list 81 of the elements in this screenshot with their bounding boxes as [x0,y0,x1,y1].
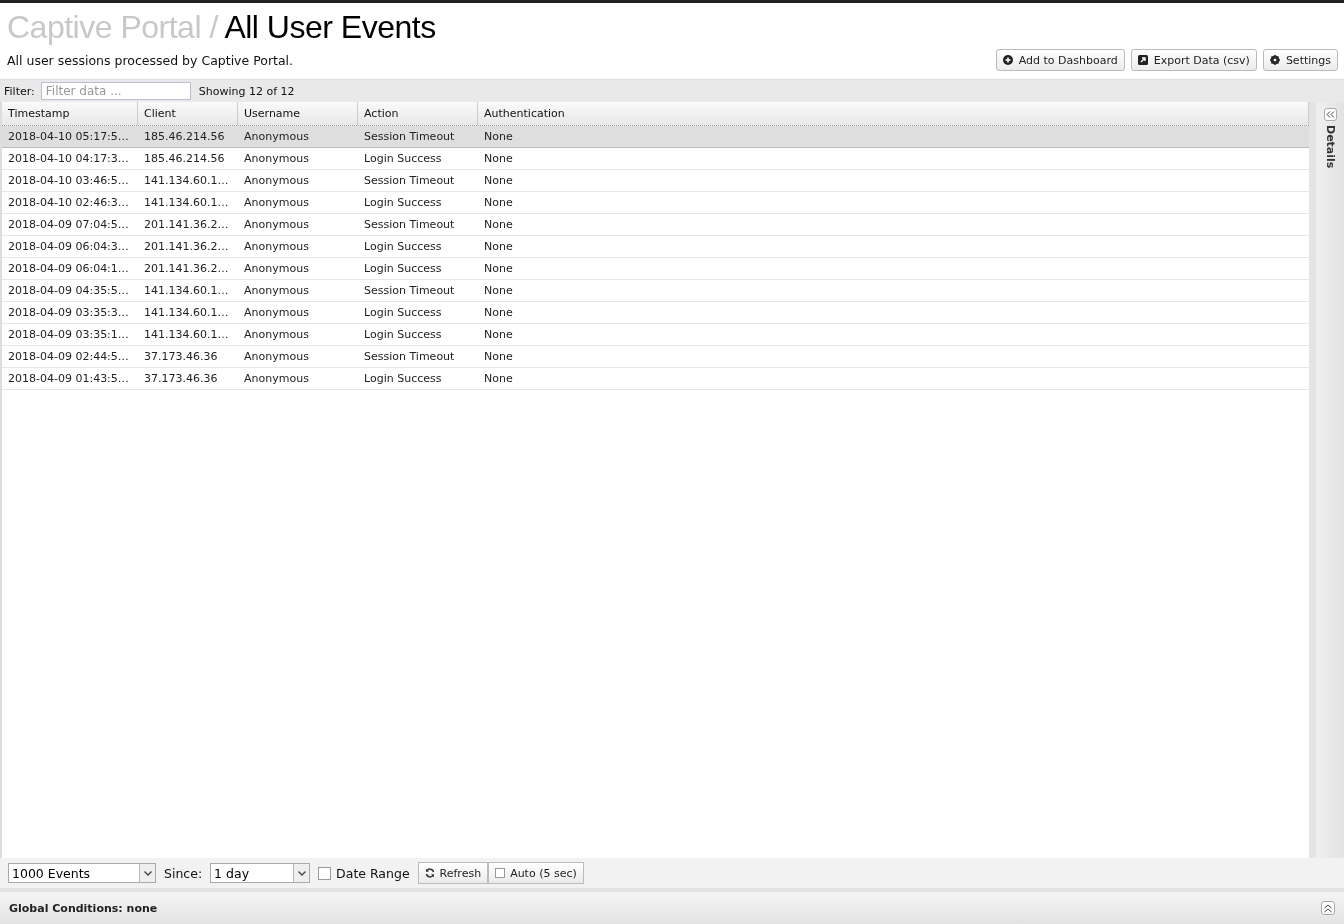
table-cell-text: Anonymous [243,239,310,255]
table-cell-text: 2018-04-10 04:17:3… [7,151,130,167]
table-cell-text: None [483,305,514,321]
table-cell-text: 37.173.46.36 [143,371,219,387]
row-count: Showing 12 of 12 [198,84,295,98]
table-cell-text: Login Success [363,195,443,211]
table-row[interactable]: 2018-04-10 05:17:5… 185.46.214.56 Anonymous Session Timeout None [2,126,1309,148]
table-cell-text: Session Timeout [363,349,456,365]
table-cell-text: Anonymous [243,349,310,365]
table-cell-text: Anonymous [243,195,310,211]
since-label: Since: [164,865,203,881]
table-cell-text: 2018-04-09 06:04:3… [7,239,130,255]
column-header[interactable]: Client [138,102,238,125]
table-cell-text: 185.46.214.56 [143,129,226,145]
table-cell-text: Anonymous [243,217,310,233]
table-cell-text: 201.141.36.2… [143,261,230,277]
global-conditions-text: Global Conditions: none [9,901,158,915]
table-cell-text: 2018-04-09 02:44:5… [7,349,130,365]
table-cell-text: 37.173.46.36 [143,349,219,365]
refresh-button[interactable]: Refresh [417,862,489,884]
table-cell-text: 185.46.214.56 [143,151,226,167]
page-description: All user sessions processed by Captive Portal. [7,52,294,68]
table-cell-text: Session Timeout [363,283,456,299]
toolbar-button[interactable]: Add to Dashboard [995,49,1125,71]
table-cell-text: Login Success [363,151,443,167]
checkbox-label: Date Range [336,865,410,881]
table-cell-text: 2018-04-10 03:46:5… [7,173,130,189]
table-cell-text: 2018-04-09 07:04:5… [7,217,130,233]
table-cell-text: 141.134.60.1… [143,195,230,211]
table-cell-text: None [483,283,514,299]
table-cell-text: 2018-04-09 01:43:5… [7,371,130,387]
since-select[interactable]: 1 day [210,863,311,883]
column-header[interactable]: Timestamp [2,102,138,125]
table-cell-text: Anonymous [243,305,310,321]
table-cell-text: Anonymous [243,173,310,189]
table-cell-text: Anonymous [243,129,310,145]
column-header[interactable]: Authentication [478,102,1309,125]
table-cell-text: Anonymous [243,261,310,277]
table-cell-text: 2018-04-09 06:04:1… [7,261,130,277]
table-cell-text: 2018-04-10 02:46:3… [7,195,130,211]
table-cell-text: Session Timeout [363,217,456,233]
table-cell-text: 201.141.36.2… [143,239,230,255]
table-cell-text: Anonymous [243,151,310,167]
table-cell-text: None [483,371,514,387]
table-cell-text: None [483,349,514,365]
table-cell-text: Anonymous [243,283,310,299]
table-cell-text: 141.134.60.1… [143,305,230,321]
table-cell-text: Session Timeout [363,129,456,145]
toolbar-button[interactable]: Export Data (csv) [1130,49,1257,71]
auto-refresh-button[interactable]: Auto (5 sec) [488,862,584,884]
table-cell-text: Anonymous [243,327,310,343]
table-cell-text: 141.134.60.1… [143,283,230,299]
table-cell-text: Login Success [363,305,443,321]
table-cell-text: None [483,129,514,145]
table-cell-text: 2018-04-10 05:17:5… [7,129,130,145]
table-cell-text: Login Success [363,239,443,255]
details-label[interactable]: Details [1323,125,1337,169]
table-cell-text: None [483,261,514,277]
table-cell-text: 2018-04-09 04:35:5… [7,283,130,299]
table-cell-text: Anonymous [243,371,310,387]
filter-label: Filter: [4,84,35,98]
table-cell-text: 2018-04-09 03:35:1… [7,327,130,343]
table-cell-text: Login Success [363,371,443,387]
table-cell-text: Session Timeout [363,173,456,189]
column-header[interactable]: Username [238,102,358,125]
filter-field[interactable]: Filter data ... [40,82,191,100]
table-cell-text: Login Success [363,327,443,343]
table-cell-text: 2018-04-09 03:35:3… [7,305,130,321]
table-cell-text: None [483,151,514,167]
table-cell-text: 201.141.36.2… [143,217,230,233]
limit-select[interactable]: 1000 Events [8,863,156,883]
toolbar-button[interactable]: Settings [1262,49,1338,71]
table-cell-text: 141.134.60.1… [143,173,230,189]
column-header[interactable]: Action [358,102,478,125]
table-cell-text: Login Success [363,261,443,277]
table-cell-text: None [483,327,514,343]
table-cell-text: None [483,217,514,233]
table-cell-text: None [483,173,514,189]
table-cell-text: None [483,195,514,211]
table-cell-text: 141.134.60.1… [143,327,230,343]
table-cell-text: None [483,239,514,255]
